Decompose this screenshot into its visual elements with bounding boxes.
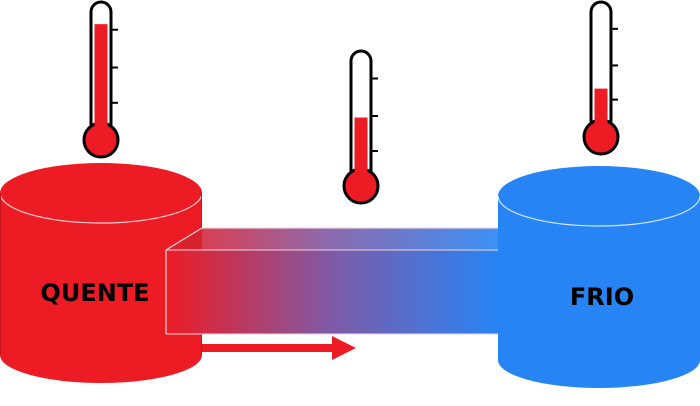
heat-flow-arrow-shaft [202, 344, 334, 352]
thermometer-bulb-fill [586, 122, 616, 152]
thermometer-mercury [94, 24, 108, 133]
conducting-bar-front-face [166, 250, 498, 334]
thermometer-bulb-fill [86, 125, 116, 155]
heat-flow-arrow [202, 336, 356, 360]
cold-reservoir [497, 166, 700, 388]
cold-label: FRIO [570, 283, 634, 311]
conducting-bar [165, 227, 498, 335]
thermometer-cold [582, 0, 620, 156]
thermometer-hot [82, 0, 120, 159]
conducting-bar-top-face [166, 228, 498, 250]
heat-transfer-diagram: QUENTE FRIO [0, 0, 700, 388]
thermometer-middle [342, 49, 380, 205]
thermometer-mercury [354, 117, 368, 179]
thermometer-bulb-fill [346, 171, 376, 201]
hot-label: QUENTE [40, 279, 149, 307]
heat-flow-arrow-head [332, 336, 356, 360]
